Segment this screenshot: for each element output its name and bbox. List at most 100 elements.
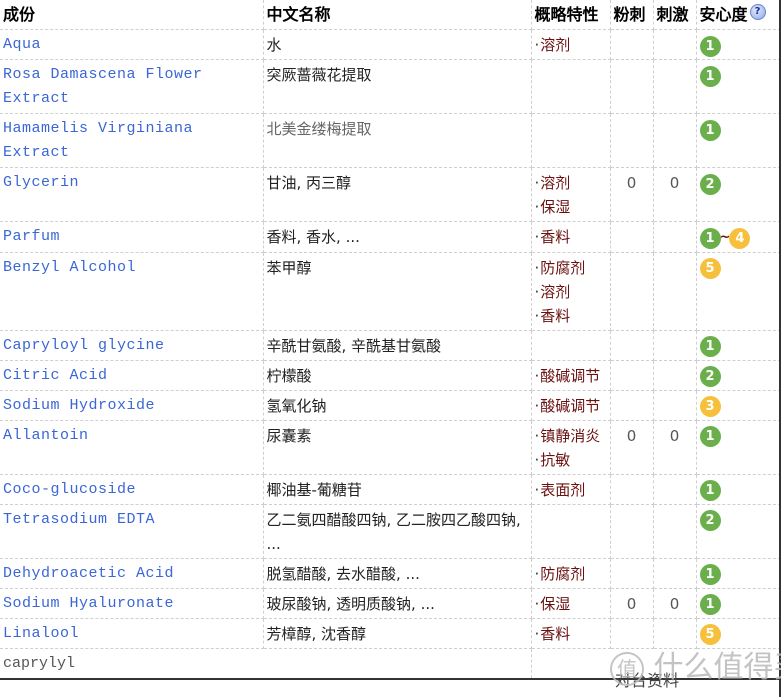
ingredient-link[interactable]: Capryloyl glycine: [3, 337, 165, 354]
ingredient-cell: Citric Acid: [0, 359, 264, 391]
safety-cell: 1: [695, 557, 781, 589]
chinese-name-cell: 突厥蔷薇花提取: [262, 59, 532, 114]
irritation-cell: [652, 473, 697, 505]
feature-item: 溶剂: [535, 33, 607, 57]
chinese-name-cell: 脱氢醋酸, 去水醋酸, ...: [262, 557, 532, 589]
ingredient-link[interactable]: Benzyl Alcohol: [3, 259, 136, 276]
acne-cell: [609, 59, 654, 114]
safety-badge: 1: [699, 119, 721, 141]
irritation-cell: [652, 389, 697, 421]
chinese-name-cell: 乙二氨四醋酸四钠, 乙二胺四乙酸四钠, ...: [262, 503, 532, 559]
features-cell: 酸碱调节: [530, 389, 611, 421]
ingredient-link[interactable]: Dehydroacetic Acid: [3, 565, 174, 582]
ingredient-link[interactable]: Sodium Hyaluronate: [3, 595, 174, 612]
feature-item: 镇静消炎: [535, 424, 607, 448]
safety-badge: 1: [699, 35, 721, 57]
acne-cell: [609, 221, 654, 253]
table-row: Aqua 水溶剂 1: [0, 29, 781, 60]
table-row: Tetrasodium EDTA 乙二氨四醋酸四钠, 乙二胺四乙酸四钠, ... 2: [0, 503, 781, 559]
safety-badge: 1: [699, 336, 721, 357]
ingredient-cell: Benzyl Alcohol: [0, 251, 264, 331]
feature-item: 保湿: [535, 592, 607, 616]
ingredient-cell: Sodium Hyaluronate: [0, 587, 264, 619]
chinese-name-cell: 氢氧化钠: [262, 389, 532, 421]
ingredient-link[interactable]: Hamamelis Virginiana Extract: [3, 120, 193, 161]
ingredient-link[interactable]: Coco-glucoside: [3, 481, 136, 498]
features-cell: [530, 329, 611, 361]
ingredient-cell: Parfum: [0, 221, 264, 253]
acne-cell: 0: [609, 587, 654, 619]
ingredient-cell: Aqua: [0, 29, 264, 60]
features-cell: [530, 59, 611, 114]
ingredient-link[interactable]: Linalool: [3, 625, 79, 642]
features-cell: 溶剂保湿: [530, 167, 611, 222]
features-cell: [530, 113, 611, 168]
features-cell: 防腐剂溶剂香料: [530, 251, 611, 331]
ingredient-cell: Dehydroacetic Acid: [0, 557, 264, 589]
safety-badge: 2: [699, 173, 721, 195]
ingredient-link[interactable]: Rosa Damascena Flower Extract: [3, 66, 203, 107]
feature-item: 防腐剂: [535, 562, 607, 586]
irritation-cell: [652, 503, 697, 559]
chinese-name-cell: 北美金缕梅提取: [262, 113, 532, 168]
features-cell: 香料: [530, 617, 611, 649]
irritation-cell: [652, 359, 697, 391]
safety-cell: 1: [695, 113, 781, 168]
ingredient-table: 成份 中文名称 概略特性 粉刺 刺激 安心度? Aqua水溶剂1Rosa Dam…: [0, 0, 781, 680]
safety-badge: 3: [699, 396, 721, 417]
ingredient-link[interactable]: Sodium Hydroxide: [3, 397, 155, 414]
safety-cell: 1: [695, 329, 781, 361]
safety-cell: 1 ~4: [695, 221, 781, 253]
ingredient-cell: Hamamelis Virginiana Extract: [0, 113, 264, 168]
features-cell: 镇静消炎抗敏: [530, 419, 611, 475]
header-ingredient: 成份: [0, 0, 264, 30]
safety-cell: 1: [695, 419, 781, 475]
table-row: Capryloyl glycine 辛酰甘氨酸, 辛酰基甘氨酸 1: [0, 329, 781, 361]
ingredient-link[interactable]: Tetrasodium EDTA: [3, 511, 155, 528]
ingredient-cell: Linalool: [0, 617, 264, 649]
irritation-cell: [652, 251, 697, 331]
safety-badge: 2: [699, 510, 721, 531]
irritation-cell: 0: [652, 419, 697, 475]
feature-item: 溶剂: [535, 171, 607, 195]
feature-item: 防腐剂: [535, 256, 607, 280]
feature-item: 表面剂: [535, 478, 607, 502]
acne-cell: 0: [609, 419, 654, 475]
ingredient-link[interactable]: Aqua: [3, 36, 41, 53]
acne-cell: [609, 29, 654, 60]
feature-item: 溶剂: [535, 280, 607, 304]
acne-cell: [609, 473, 654, 505]
features-cell: 表面剂: [530, 473, 611, 505]
ingredient-link[interactable]: Glycerin: [3, 174, 79, 191]
safety-badge: 1: [699, 65, 721, 87]
table-row: Linalool 芳樟醇, 沈香醇香料 5: [0, 617, 781, 649]
watermark-text: 什么值得买: [653, 650, 781, 685]
feature-item: 香料: [535, 304, 607, 328]
acne-cell: [609, 503, 654, 559]
irritation-cell: [652, 617, 697, 649]
help-icon[interactable]: ?: [749, 4, 766, 20]
chinese-name-cell: 尿囊素: [262, 419, 532, 475]
ingredient-cell: Glycerin: [0, 167, 264, 222]
feature-item: 香料: [535, 622, 607, 646]
header-safety: 安心度?: [695, 0, 781, 30]
acne-cell: [609, 359, 654, 391]
header-irritation: 刺激: [652, 0, 697, 30]
acne-cell: 0: [609, 167, 654, 222]
watermark-logo-icon: 值: [610, 651, 644, 686]
table-row: Benzyl Alcohol 苯甲醇防腐剂溶剂香料 5: [0, 251, 781, 331]
features-cell: [530, 503, 611, 559]
features-cell: 香料: [530, 221, 611, 253]
ingredient-link[interactable]: Citric Acid: [3, 367, 108, 384]
ingredient-link[interactable]: Allantoin: [3, 427, 89, 444]
safety-cell: 1: [695, 29, 781, 60]
chinese-name-cell: 柠檬酸: [262, 359, 532, 391]
safety-cell: 5: [695, 617, 781, 649]
safety-badge: 1: [699, 594, 721, 615]
chinese-name-cell: 甘油, 丙三醇: [262, 167, 532, 222]
acne-cell: [609, 251, 654, 331]
feature-item: 保湿: [535, 195, 607, 219]
table-row: Rosa Damascena Flower Extract 突厥蔷薇花提取 1: [0, 59, 781, 114]
features-cell: 溶剂: [530, 29, 611, 60]
ingredient-link[interactable]: Parfum: [3, 228, 60, 245]
